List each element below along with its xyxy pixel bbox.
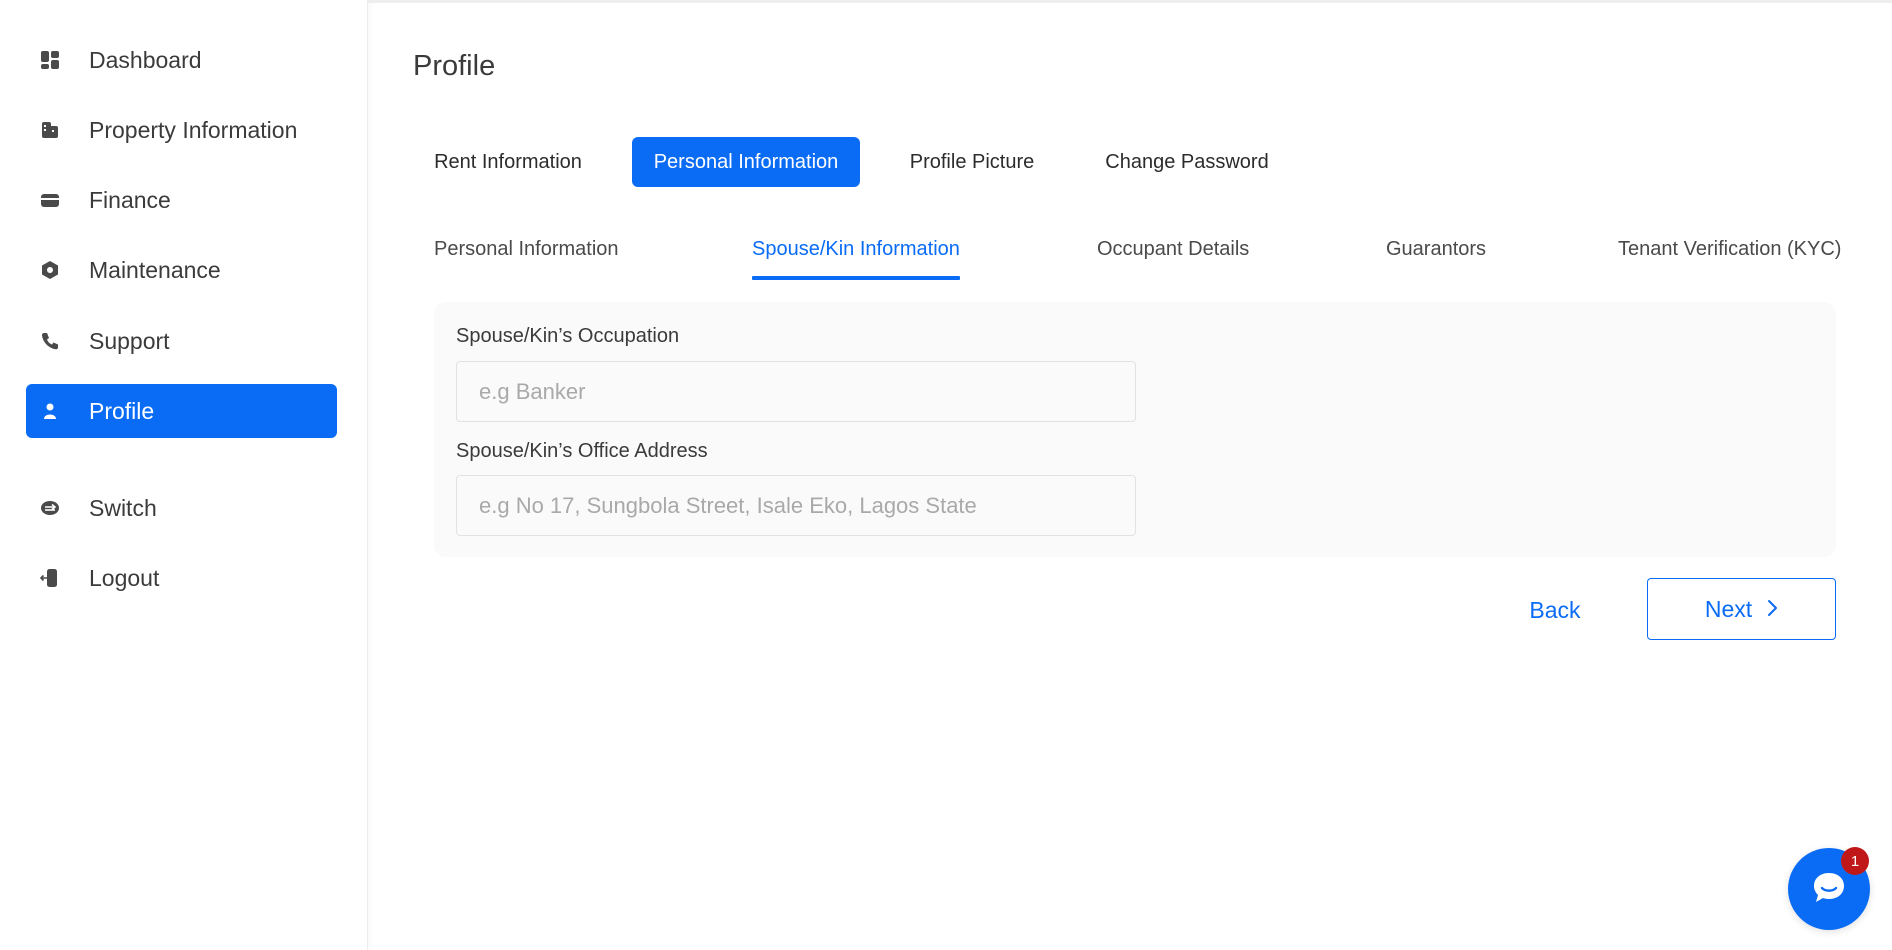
- sidebar-item-label: Logout: [89, 564, 160, 591]
- sidebar-item-property-information[interactable]: Property Information: [26, 103, 337, 157]
- sidebar-item-label: Support: [89, 327, 170, 354]
- sidebar-item-profile[interactable]: Profile: [26, 384, 337, 438]
- occupation-input[interactable]: [456, 361, 1136, 422]
- occupation-label: Spouse/Kin’s Occupation: [456, 325, 680, 347]
- sidebar-item-label: Profile: [89, 397, 155, 424]
- sidebar-item-label: Maintenance: [89, 256, 221, 283]
- chevron-right-icon: [1766, 596, 1778, 623]
- page-title: Profile: [413, 50, 496, 82]
- user-icon: [38, 399, 62, 423]
- subtab-occupant-details[interactable]: Occupant Details: [1097, 236, 1249, 280]
- sidebar-item-dashboard[interactable]: Dashboard: [26, 33, 337, 87]
- sidebar-item-label: Property Information: [89, 116, 298, 143]
- tab-rent-information[interactable]: Rent Information: [414, 137, 602, 187]
- wallet-icon: [38, 188, 62, 212]
- subtab-tenant-verification-kyc[interactable]: Tenant Verification (KYC): [1618, 236, 1841, 280]
- tab-profile-picture[interactable]: Profile Picture: [894, 137, 1050, 187]
- sidebar-item-label: Switch: [89, 494, 157, 521]
- tab-personal-information[interactable]: Personal Information: [632, 137, 860, 187]
- sidebar-item-logout[interactable]: Logout: [26, 551, 337, 605]
- subtab-guarantors[interactable]: Guarantors: [1386, 236, 1486, 280]
- dashboard-icon: [38, 48, 62, 72]
- building-icon: [38, 118, 62, 142]
- sidebar-item-support[interactable]: Support: [26, 314, 337, 368]
- switch-icon: [38, 496, 62, 520]
- chat-notification-badge: 1: [1841, 847, 1869, 875]
- sidebar-item-label: Dashboard: [89, 46, 202, 73]
- tab-change-password[interactable]: Change Password: [1094, 137, 1280, 187]
- sidebar-item-switch[interactable]: Switch: [26, 481, 337, 535]
- sidebar-item-label: Finance: [89, 186, 171, 213]
- chat-bubble-icon: [1809, 867, 1849, 912]
- phone-icon: [38, 329, 62, 353]
- sidebar: Dashboard Property Information Finance M…: [0, 0, 368, 950]
- subtab-personal-information[interactable]: Personal Information: [434, 236, 619, 280]
- sidebar-item-maintenance[interactable]: Maintenance: [26, 243, 337, 297]
- next-button[interactable]: Next: [1647, 578, 1836, 640]
- next-button-label: Next: [1704, 595, 1753, 622]
- back-button[interactable]: Back: [1505, 580, 1605, 640]
- top-divider: [368, 0, 1892, 3]
- office-address-input[interactable]: [456, 475, 1136, 536]
- sidebar-item-finance[interactable]: Finance: [26, 173, 337, 227]
- office-address-label: Spouse/Kin’s Office Address: [456, 440, 708, 462]
- logout-icon: [38, 566, 62, 590]
- subtab-spouse-kin-information[interactable]: Spouse/Kin Information: [752, 236, 960, 280]
- wrench-icon: [38, 258, 62, 282]
